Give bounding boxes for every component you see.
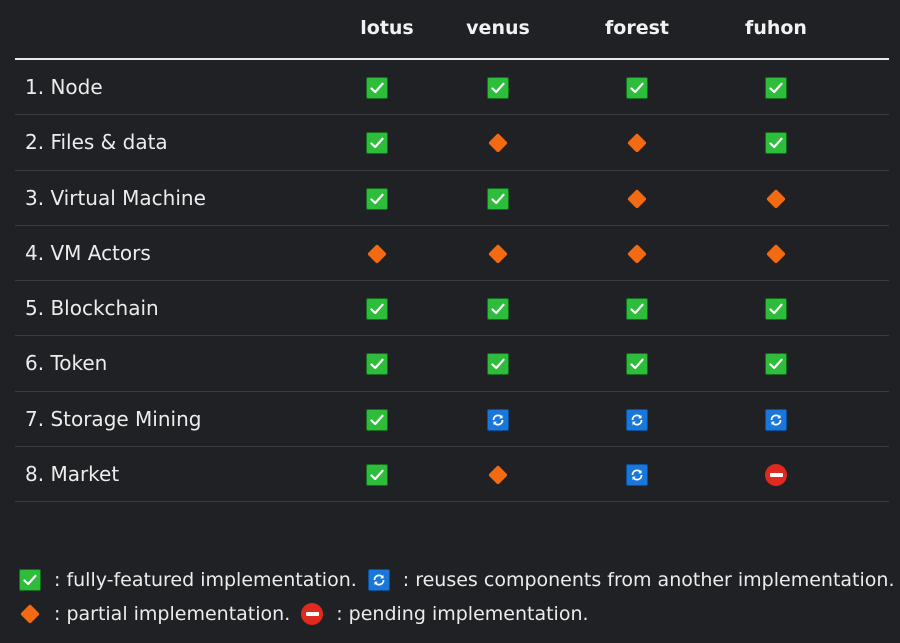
status-check-icon-lotus [365,352,389,376]
table-row: 4. VM Actors [15,226,889,282]
status-check-icon-forest [625,76,649,100]
comparison-table: lotus venus forest fuhon 1. Node 2. Files… [15,0,889,503]
table-header: lotus venus forest fuhon [15,0,889,60]
row-label: 3. Virtual Machine [25,185,206,210]
status-diamond-icon-venus [486,242,510,266]
legend-diamond-icon [18,602,42,626]
status-diamond-icon-forest [625,131,649,155]
table-row: 3. Virtual Machine [15,171,889,226]
column-header-venus: venus [466,17,530,39]
status-check-icon-venus [486,352,510,376]
status-check-icon-lotus [365,131,389,155]
legend: : fully-featured implementation. : reuse… [18,563,900,631]
status-check-icon-fuhon [764,76,788,100]
status-reuse-icon-forest [625,408,649,432]
table-row: 7. Storage Mining [15,392,889,448]
status-diamond-icon-venus [486,131,510,155]
status-check-icon-lotus [365,463,389,487]
row-label: 5. Blockchain [25,296,159,321]
table-row: 6. Token [15,336,889,392]
row-label: 8. Market [25,462,120,487]
row-label: 4. VM Actors [25,240,151,265]
status-diamond-icon-lotus [365,242,389,266]
row-label: 2. Files & data [25,130,168,155]
status-diamond-icon-fuhon [764,242,788,266]
status-check-icon-venus [486,76,510,100]
status-check-icon-lotus [365,297,389,321]
legend-diamond-text: : partial implementation. [54,603,291,625]
column-header-fuhon: fuhon [745,17,807,39]
status-check-icon-fuhon [764,297,788,321]
status-check-icon-venus [486,187,510,211]
legend-line-2: : partial implementation. : pending impl… [18,597,900,631]
column-header-forest: forest [605,17,669,39]
status-diamond-icon-forest [625,187,649,211]
status-check-icon-forest [625,352,649,376]
legend-line-1: : fully-featured implementation. : reuse… [18,563,900,597]
table-body: 1. Node 2. Files & data 3. Virtual Machine… [15,60,889,503]
table-row: 8. Market [15,447,889,503]
legend-check-text: : fully-featured implementation. [54,569,357,591]
legend-reuse-icon [367,568,391,592]
legend-pending-text: : pending implementation. [336,603,589,625]
status-diamond-icon-fuhon [764,187,788,211]
legend-reuse-text: : reuses components from another impleme… [402,569,895,591]
status-diamond-icon-forest [625,242,649,266]
table-row: 2. Files & data [15,115,889,171]
status-reuse-icon-fuhon [764,408,788,432]
legend-pending-icon [300,602,324,626]
status-check-icon-lotus [365,76,389,100]
status-check-icon-lotus [365,187,389,211]
row-label: 1. Node [25,75,103,99]
status-check-icon-fuhon [764,131,788,155]
status-check-icon-venus [486,297,510,321]
row-label: 7. Storage Mining [25,406,202,431]
legend-check-icon [18,568,42,592]
table-row: 1. Node [15,60,889,116]
status-check-icon-forest [625,297,649,321]
status-check-icon-lotus [365,408,389,432]
status-diamond-icon-venus [486,463,510,487]
table-row: 5. Blockchain [15,281,889,337]
column-header-lotus: lotus [360,17,414,39]
row-label: 6. Token [25,351,108,376]
status-pending-icon-fuhon [764,463,788,487]
status-reuse-icon-venus [486,408,510,432]
status-check-icon-fuhon [764,352,788,376]
status-reuse-icon-forest [625,463,649,487]
